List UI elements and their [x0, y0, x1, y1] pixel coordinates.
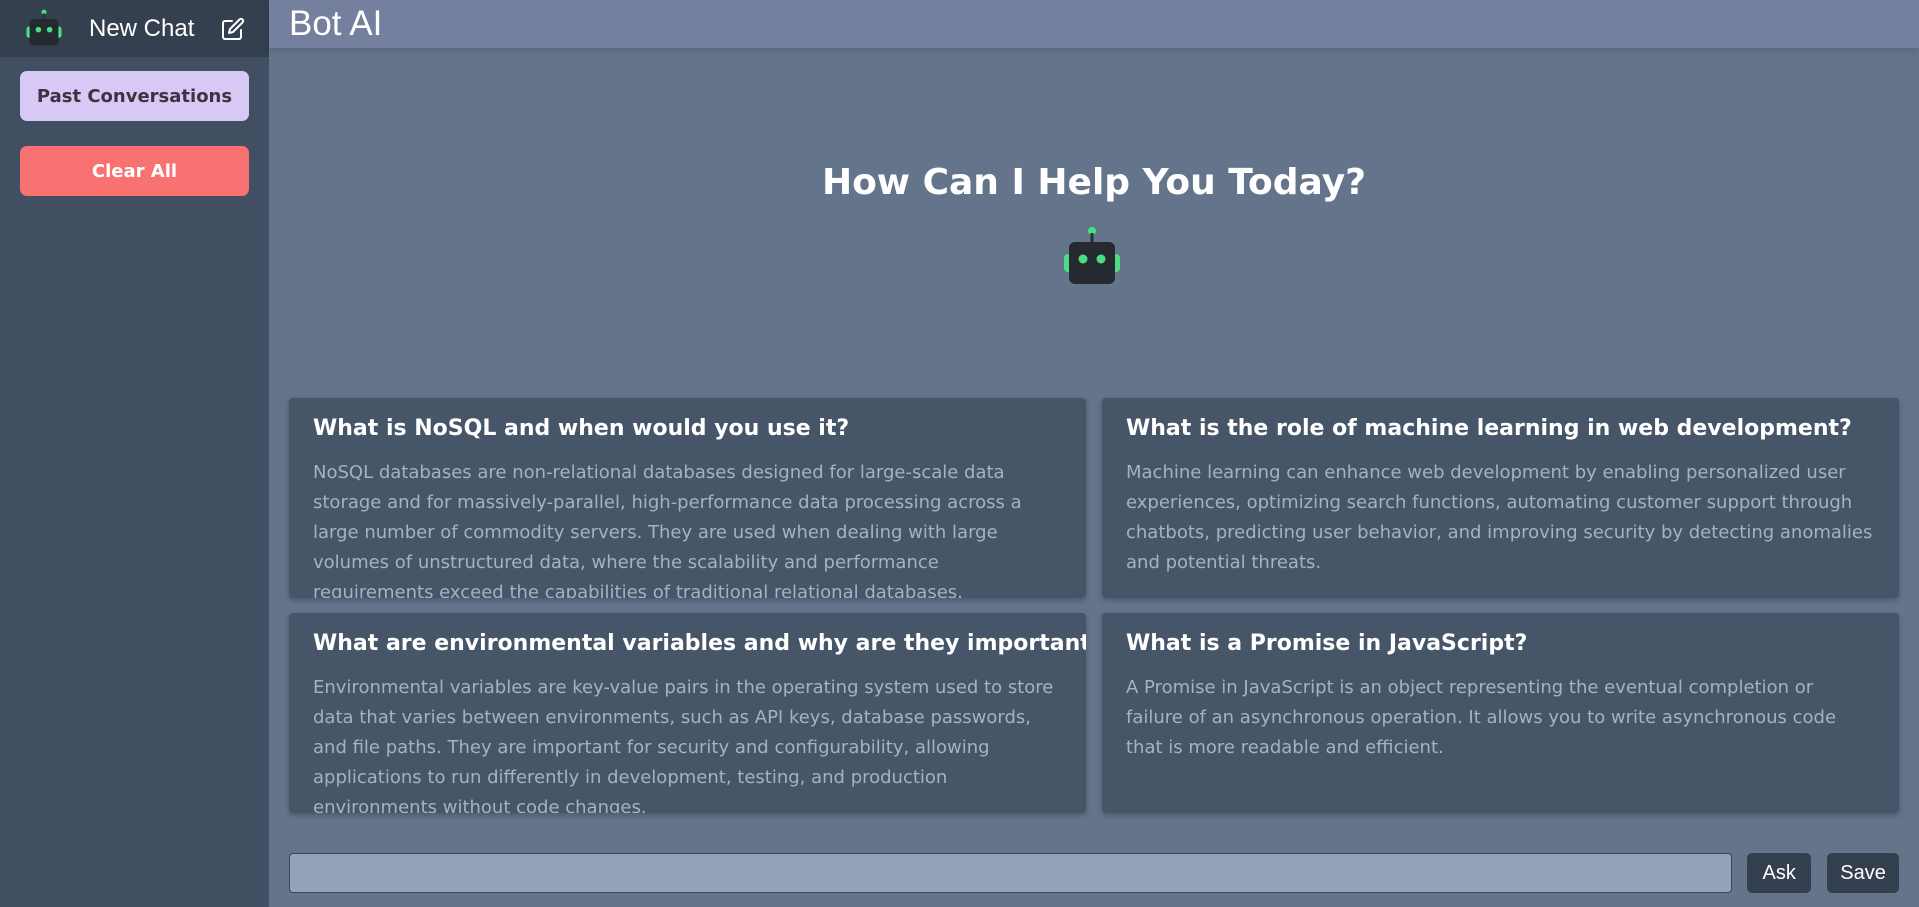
- suggestion-card[interactable]: What is a Promise in JavaScript? A Promi…: [1102, 613, 1899, 813]
- card-answer: NoSQL databases are non-relational datab…: [313, 462, 1022, 598]
- suggestion-card[interactable]: What is the role of machine learning in …: [1102, 398, 1899, 598]
- app-title: Bot AI: [289, 4, 383, 43]
- top-bar: Bot AI: [269, 0, 1919, 48]
- ask-button[interactable]: Ask: [1747, 853, 1812, 893]
- card-question: What is the role of machine learning in …: [1126, 416, 1852, 441]
- card-answer: Environmental variables are key-value pa…: [313, 677, 1054, 813]
- save-button[interactable]: Save: [1827, 853, 1899, 893]
- card-answer: Machine learning can enhance web develop…: [1126, 462, 1873, 573]
- message-input[interactable]: [289, 853, 1733, 893]
- robot-icon: [24, 9, 64, 49]
- card-answer: A Promise in JavaScript is an object rep…: [1126, 677, 1837, 758]
- composer: Ask Save: [289, 853, 1899, 893]
- clear-all-button[interactable]: Clear All: [20, 146, 249, 196]
- suggestion-card[interactable]: What is NoSQL and when would you use it?…: [289, 398, 1086, 598]
- greeting-heading: How Can I Help You Today?: [821, 162, 1367, 203]
- card-question: What is NoSQL and when would you use it?: [313, 416, 850, 441]
- sidebar: New Chat Past Conversations Clear All: [0, 0, 269, 907]
- edit-icon[interactable]: [221, 17, 245, 41]
- main-content: How Can I Help You Today? What is NoSQL …: [269, 48, 1919, 907]
- past-conversations-button[interactable]: Past Conversations: [20, 71, 249, 121]
- card-question: What is a Promise in JavaScript?: [1126, 631, 1528, 656]
- card-question: What are environmental variables and why…: [313, 631, 1086, 656]
- suggestion-card[interactable]: What are environmental variables and why…: [289, 613, 1086, 813]
- robot-icon: [1060, 226, 1124, 290]
- new-chat-row[interactable]: New Chat: [0, 0, 269, 57]
- new-chat-label[interactable]: New Chat: [89, 15, 221, 43]
